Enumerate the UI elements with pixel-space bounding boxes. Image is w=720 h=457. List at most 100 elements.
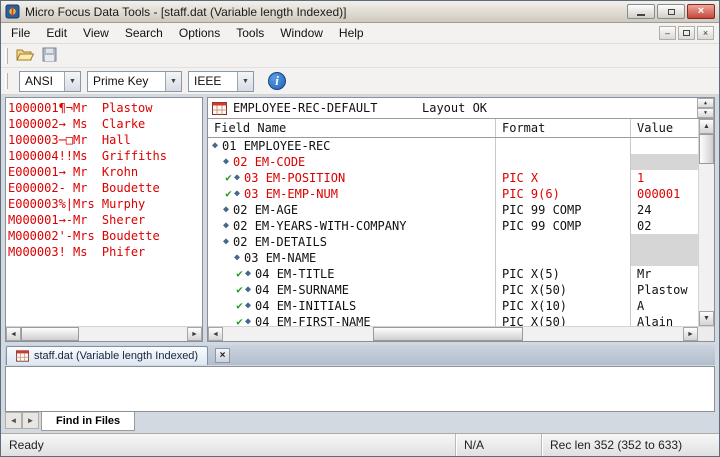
field-value[interactable]: A	[631, 298, 698, 314]
record-row[interactable]: 1000002→ Ms Clarke	[8, 116, 202, 132]
output-tab-bar: ◄ ► Find in Files	[5, 412, 715, 433]
layout-hscrollbar[interactable]: ◄ ►	[208, 326, 714, 341]
arrow-right-icon: ►	[27, 416, 35, 425]
menu-item-search[interactable]: Search	[117, 23, 171, 43]
field-row[interactable]: ◆02 EM-AGEPIC 99 COMP24	[208, 202, 698, 218]
record-row[interactable]: E000002- Mr Boudette	[8, 180, 202, 196]
menu-item-tools[interactable]: Tools	[228, 23, 272, 43]
float-format-select[interactable]: IEEE ▼	[188, 71, 254, 92]
hscroll-track[interactable]	[21, 327, 187, 341]
field-row[interactable]: ◆02 EM-CODE	[208, 154, 698, 170]
field-row[interactable]: ✔◆03 EM-POSITIONPIC X1	[208, 170, 698, 186]
field-row[interactable]: ✔◆04 EM-INITIALSPIC X(10)A	[208, 298, 698, 314]
app-window: Micro Focus Data Tools - [staff.dat (Var…	[0, 0, 720, 457]
record-row[interactable]: E000003%|Mrs Murphy	[8, 196, 202, 212]
field-row[interactable]: ✔◆04 EM-FIRST-NAMEPIC X(50)Alain	[208, 314, 698, 326]
close-button[interactable]: ×	[687, 4, 715, 19]
menu-item-view[interactable]: View	[75, 23, 117, 43]
field-value[interactable]: 24	[631, 202, 698, 218]
field-name-cell: ◆02 EM-AGE	[208, 202, 496, 218]
field-value[interactable]: 000001	[631, 186, 698, 202]
mdi-close-button[interactable]: ×	[697, 26, 714, 40]
vscroll-thumb[interactable]	[699, 134, 714, 164]
spin-up-button[interactable]: ▲	[697, 98, 714, 108]
field-format	[496, 154, 631, 170]
menu-item-edit[interactable]: Edit	[38, 23, 75, 43]
column-header-value[interactable]: Value	[631, 119, 698, 137]
close-icon: ×	[220, 351, 226, 361]
minimize-button[interactable]	[627, 4, 655, 19]
find-in-files-tab[interactable]: Find in Files	[41, 412, 135, 431]
field-row[interactable]: ◆02 EM-YEARS-WITH-COMPANYPIC 99 COMP02	[208, 218, 698, 234]
mdi-minimize-button[interactable]: –	[659, 26, 676, 40]
hscroll-thumb[interactable]	[373, 327, 523, 341]
key-select[interactable]: Prime Key ▼	[87, 71, 182, 92]
open-file-button[interactable]	[13, 45, 37, 66]
save-file-button[interactable]	[37, 45, 61, 66]
field-value[interactable]: Mr	[631, 266, 698, 282]
maximize-button[interactable]	[657, 4, 685, 19]
record-list-hscrollbar[interactable]: ◄ ►	[6, 326, 202, 341]
scroll-up-button[interactable]: ▲	[699, 119, 714, 134]
spin-down-button[interactable]: ▼	[697, 108, 714, 118]
charset-select[interactable]: ANSI ▼	[19, 71, 81, 92]
field-value[interactable]: Plastow	[631, 282, 698, 298]
field-value[interactable]: Alain	[631, 314, 698, 326]
document-tab[interactable]: staff.dat (Variable length Indexed)	[6, 346, 208, 365]
field-row[interactable]: ◆03 EM-NAME	[208, 250, 698, 266]
record-row[interactable]: 1000001¶¬Mr Plastow	[8, 100, 202, 116]
menu-item-help[interactable]: Help	[331, 23, 372, 43]
scroll-left-button[interactable]: ◄	[208, 327, 223, 341]
scroll-right-button[interactable]: ►	[187, 327, 202, 341]
field-row[interactable]: ◆01 EMPLOYEE-REC	[208, 138, 698, 154]
field-value[interactable]	[631, 138, 698, 154]
check-icon: ✔	[234, 314, 245, 326]
field-name: 02 EM-YEARS-WITH-COMPANY	[233, 218, 406, 234]
field-icon: ◆	[212, 138, 218, 154]
prev-tab-button[interactable]: ◄	[5, 412, 22, 429]
column-header-format[interactable]: Format	[496, 119, 631, 137]
next-tab-button[interactable]: ►	[22, 412, 39, 429]
field-row[interactable]: ✔◆04 EM-SURNAMEPIC X(50)Plastow	[208, 282, 698, 298]
menu-item-window[interactable]: Window	[272, 23, 331, 43]
hscroll-thumb[interactable]	[21, 327, 79, 341]
chevron-down-icon: ▼	[165, 72, 181, 91]
field-row[interactable]: ✔◆03 EM-EMP-NUMPIC 9(6)000001	[208, 186, 698, 202]
vscroll-track[interactable]	[699, 164, 714, 311]
record-row[interactable]: M000003! Ms Phifer	[8, 244, 202, 260]
mdi-restore-button[interactable]	[678, 26, 695, 40]
output-panel[interactable]	[5, 366, 715, 412]
close-tab-button[interactable]: ×	[215, 348, 230, 363]
field-row[interactable]: ✔◆04 EM-TITLEPIC X(5)Mr	[208, 266, 698, 282]
field-value[interactable]	[631, 234, 698, 250]
record-row[interactable]: E000001→ Mr Krohn	[8, 164, 202, 180]
check-icon: ✔	[223, 186, 234, 202]
document-tab-label: staff.dat (Variable length Indexed)	[34, 350, 198, 362]
format-toolbar: ANSI ▼ Prime Key ▼ IEEE ▼ i	[1, 68, 719, 95]
field-name: 03 EM-NAME	[244, 250, 316, 266]
field-value[interactable]	[631, 250, 698, 266]
record-row[interactable]: M000002'-Mrs Boudette	[8, 228, 202, 244]
layout-table: Field Name Format Value ◆01 EMPLOYEE-REC…	[208, 119, 698, 326]
layout-vscrollbar[interactable]: ▲ ▼	[698, 119, 714, 326]
record-row[interactable]: 1000003─□Mr Hall	[8, 132, 202, 148]
layout-table-body: ◆01 EMPLOYEE-REC◆02 EM-CODE✔◆03 EM-POSIT…	[208, 138, 698, 326]
menu-item-file[interactable]: File	[3, 23, 38, 43]
menu-item-options[interactable]: Options	[171, 23, 228, 43]
hscroll-track[interactable]	[223, 327, 683, 341]
field-row[interactable]: ◆02 EM-DETAILS	[208, 234, 698, 250]
scroll-left-button[interactable]: ◄	[6, 327, 21, 341]
field-name: 04 EM-FIRST-NAME	[255, 314, 371, 326]
scroll-down-button[interactable]: ▼	[699, 311, 714, 326]
column-header-field-name[interactable]: Field Name	[208, 119, 496, 137]
info-button[interactable]: i	[268, 72, 286, 90]
check-icon: ✔	[223, 170, 234, 186]
field-value[interactable]: 02	[631, 218, 698, 234]
record-row[interactable]: 1000004!!Ms Griffiths	[8, 148, 202, 164]
record-row[interactable]: M000001→-Mr Sherer	[8, 212, 202, 228]
scroll-right-button[interactable]: ►	[683, 327, 698, 341]
check-icon: ✔	[234, 298, 245, 314]
field-name-cell: ✔◆03 EM-EMP-NUM	[208, 186, 496, 202]
field-value[interactable]: 1	[631, 170, 698, 186]
field-value[interactable]	[631, 154, 698, 170]
